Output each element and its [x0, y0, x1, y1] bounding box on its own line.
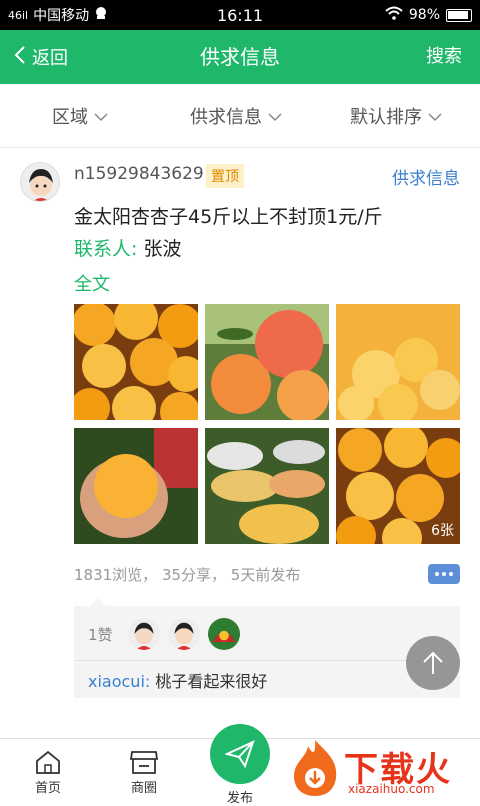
watermark-logo: 下载火 xiazaihuo.com [288, 736, 478, 800]
battery-percent: 98% [408, 7, 440, 23]
contact-label: 联系人: [74, 238, 138, 260]
filter-sort[interactable]: 默认排序 [350, 84, 442, 148]
liker-avatar[interactable] [208, 618, 240, 650]
filter-sort-label: 默认排序 [350, 107, 422, 128]
status-bar: 46il 中国移动 16:11 98% [0, 0, 480, 30]
photo-grid: 6张 [74, 304, 460, 544]
top-nav-bar: 返回 供求信息 搜索 [0, 30, 480, 84]
watermark-url: xiazaihuo.com [348, 782, 435, 796]
photo-thumbnail[interactable] [336, 304, 460, 420]
home-icon [36, 750, 60, 774]
post-content: 金太阳杏杏子45斤以上不封顶1元/斤 [74, 206, 383, 228]
photo-thumbnail[interactable] [74, 304, 198, 420]
filter-supply-type[interactable]: 供求信息 [190, 84, 282, 148]
search-button[interactable]: 搜索 [426, 30, 462, 84]
post-username[interactable]: n15929843629 [74, 164, 204, 184]
comment: xiaocui: 桃子看起来很好 [88, 668, 267, 692]
post-category[interactable]: 供求信息 [392, 164, 460, 189]
tab-shops[interactable]: 商圈 [104, 739, 184, 801]
tab-shops-label: 商圈 [130, 781, 157, 796]
tab-home-label: 首页 [34, 781, 61, 796]
photo-thumbnail[interactable] [205, 304, 329, 420]
publish-button[interactable] [210, 724, 270, 784]
photo-thumbnail[interactable] [74, 428, 198, 544]
post-stats: 1831浏览， 35分享， 5天前发布 [74, 566, 301, 584]
full-text-link[interactable]: 全文 [74, 270, 110, 296]
photo-thumbnail[interactable]: 6张 [336, 428, 460, 544]
send-icon [225, 740, 255, 768]
chevron-down-icon [268, 106, 282, 127]
store-icon [129, 751, 159, 774]
contact-name: 张波 [143, 238, 182, 260]
photo-thumbnail[interactable] [205, 428, 329, 544]
arrow-up-icon [423, 651, 443, 674]
comment-author[interactable]: xiaocui: [88, 672, 150, 691]
tab-publish-label: 发布 [226, 791, 253, 806]
liker-avatar[interactable] [168, 618, 200, 650]
filter-bar: 区域 供求信息 默认排序 [0, 84, 480, 148]
flame-logo-icon [294, 740, 337, 796]
chevron-down-icon [428, 106, 442, 127]
comment-box: 1赞 xiaocui: 桃子看起来很好 [74, 598, 460, 698]
liker-avatar[interactable] [128, 618, 160, 650]
filter-supply-type-label: 供求信息 [190, 107, 262, 128]
photo-count: 6张 [431, 523, 454, 539]
scroll-to-top-button[interactable] [406, 636, 460, 690]
filter-region-label: 区域 [52, 107, 88, 128]
comment-text: 桃子看起来很好 [155, 672, 268, 691]
chevron-down-icon [94, 106, 108, 127]
filter-region[interactable]: 区域 [52, 84, 108, 148]
page-title: 供求信息 [200, 45, 280, 69]
more-options-button[interactable] [428, 564, 460, 584]
pinned-badge: 置顶 [206, 164, 244, 188]
battery-icon [446, 8, 472, 22]
tab-home[interactable]: 首页 [8, 739, 88, 801]
status-right: 98% [385, 6, 472, 24]
wifi-icon [385, 6, 403, 24]
avatar[interactable] [20, 162, 60, 202]
comment-divider [74, 660, 460, 661]
post-contact: 联系人: 张波 [74, 234, 181, 261]
like-count: 1赞 [88, 626, 113, 644]
